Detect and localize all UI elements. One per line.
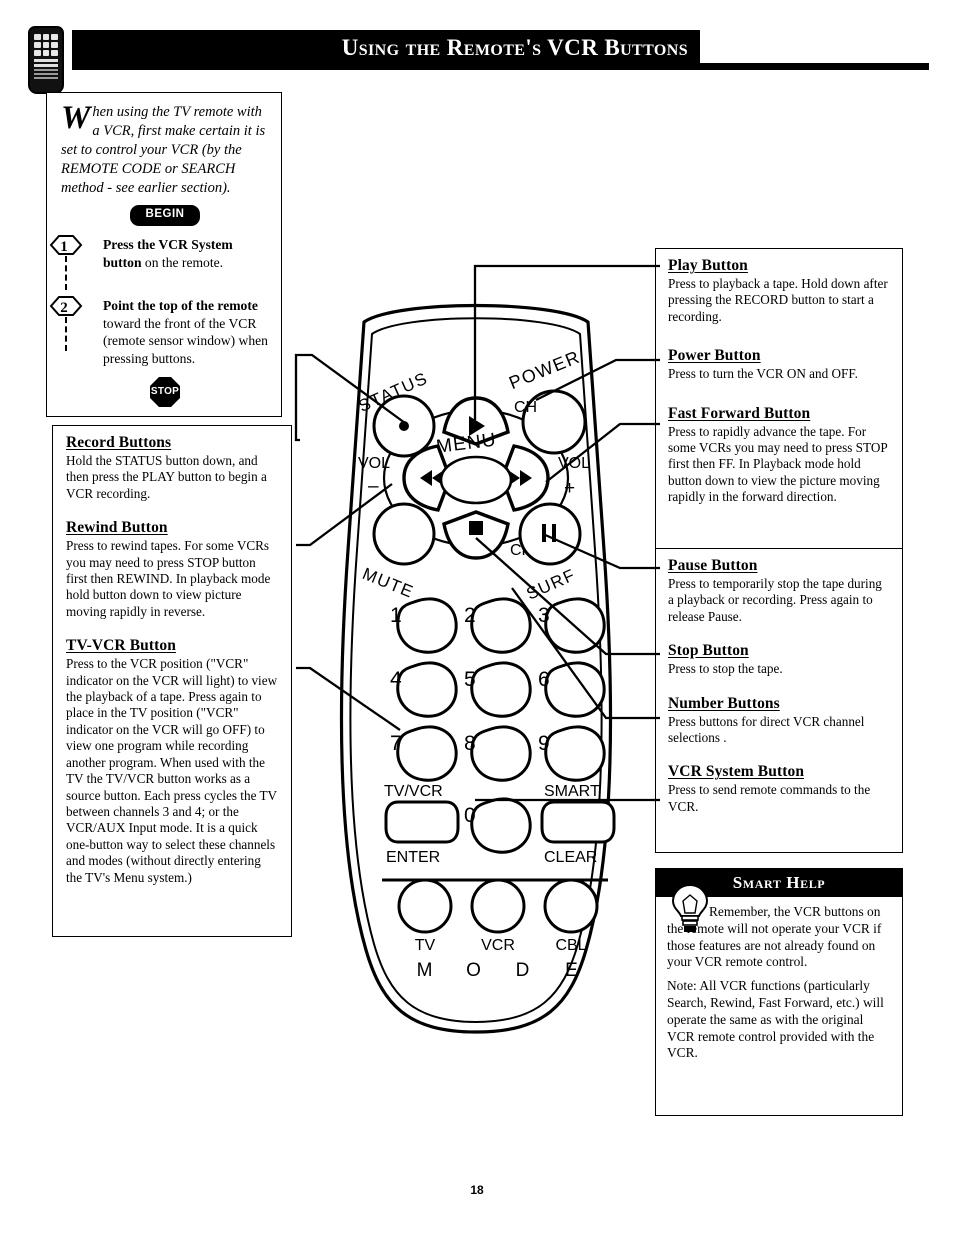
svg-text:9: 9 xyxy=(538,732,550,755)
tv-vcr-enter-button xyxy=(384,800,460,844)
tv-mode-button xyxy=(397,878,453,934)
svg-text:CLEAR: CLEAR xyxy=(544,849,597,866)
smart-help-box: Smart Help Remember, the VCR buttons on … xyxy=(655,868,907,1120)
section-body: Hold the STATUS button down, and then pr… xyxy=(66,453,267,501)
remote-control-icon xyxy=(28,26,64,94)
section-number-buttons: Number Buttons Press buttons for direct … xyxy=(668,695,890,747)
vcr-mode-button xyxy=(470,878,526,934)
section-title: Play Button xyxy=(668,257,748,274)
svg-text:O: O xyxy=(466,960,482,981)
svg-text:+: + xyxy=(564,478,575,499)
section-body: Press buttons for direct VCR channel sel… xyxy=(668,713,865,746)
section-title: TV-VCR Button xyxy=(66,637,176,655)
step-number-marker-1: 1 xyxy=(49,234,83,256)
section-vcr-system-button: VCR System Button Press to send remote c… xyxy=(668,763,890,815)
section-stop-button: Stop Button Press to stop the tape. xyxy=(668,642,890,677)
svg-text:5: 5 xyxy=(464,668,476,691)
step-2-bold: Point the top of the remote xyxy=(103,298,258,313)
step-2-rest: toward the front of the VCR (remote sens… xyxy=(103,315,268,366)
svg-text:VCR: VCR xyxy=(481,937,515,954)
cbl-mode-button xyxy=(543,878,599,934)
section-record-buttons: Record Buttons Hold the STATUS button do… xyxy=(66,434,279,502)
svg-text:ENTER: ENTER xyxy=(386,849,440,866)
section-body: Press to send remote commands to the VCR… xyxy=(668,782,871,814)
begin-badge: BEGIN xyxy=(130,205,200,226)
step-number-marker-2: 2 xyxy=(49,295,83,317)
svg-text:CBL: CBL xyxy=(555,937,586,954)
svg-text:VOL: VOL xyxy=(558,455,590,472)
mute-button xyxy=(372,502,436,566)
section-title: Stop Button xyxy=(668,642,749,660)
section-title: Pause Button xyxy=(668,557,758,574)
svg-text:–: – xyxy=(368,476,379,497)
svg-text:4: 4 xyxy=(390,668,402,691)
surf-pause-button xyxy=(518,502,582,566)
section-title: Rewind Button xyxy=(66,519,168,537)
svg-text:M: M xyxy=(417,960,434,981)
section-fast-forward-button: Fast Forward Button Press to rapidly adv… xyxy=(668,405,890,506)
svg-text:D: D xyxy=(516,960,531,981)
smart-help-paragraph-2: Note: All VCR functions (particularly Se… xyxy=(667,978,884,1061)
section-body: Press to the VCR position ("VCR" indicat… xyxy=(66,656,278,885)
manual-page: Using the Remote's VCR Buttons When usin… xyxy=(0,0,954,1235)
svg-text:2: 2 xyxy=(60,300,68,316)
right-bottom-descriptions-box: Pause Button Press to temporarily stop t… xyxy=(655,548,907,857)
svg-text:7: 7 xyxy=(390,732,402,755)
section-rewind-button: Rewind Button Press to rewind tapes. For… xyxy=(66,519,279,620)
svg-text:VOL: VOL xyxy=(358,455,390,472)
svg-text:1: 1 xyxy=(60,239,68,255)
section-power-button: Power Button Press to turn the VCR ON an… xyxy=(668,347,890,382)
section-title: Number Buttons xyxy=(668,694,780,712)
section-title: VCR System Button xyxy=(668,763,805,781)
svg-text:POWER: POWER xyxy=(506,346,583,393)
step-2: 2 Point the top of the remote toward the… xyxy=(49,296,269,367)
step-connector-1 xyxy=(65,256,67,290)
section-play-button: Play Button Press to playback a tape. Ho… xyxy=(668,257,890,325)
channel-down-stop-button xyxy=(442,510,510,560)
section-body: Press to rapidly advance the tape. For s… xyxy=(668,423,888,505)
drop-cap: W xyxy=(61,100,91,136)
step-1-rest: on the remote. xyxy=(141,254,224,270)
svg-text:3: 3 xyxy=(538,604,550,627)
svg-text:CH: CH xyxy=(514,399,537,416)
section-pause-button: Pause Button Press to temporarily stop t… xyxy=(668,557,890,625)
section-title: Fast Forward Button xyxy=(668,404,811,422)
left-descriptions-box: Record Buttons Hold the STATUS button do… xyxy=(52,425,296,941)
lightbulb-icon xyxy=(664,871,722,933)
section-body: Press to turn the VCR ON and OFF. xyxy=(668,366,858,382)
svg-text:6: 6 xyxy=(538,668,550,691)
step-1: 1 Press the VCR System button on the rem… xyxy=(49,235,269,290)
step-connector-2 xyxy=(65,317,67,351)
svg-text:TV: TV xyxy=(415,937,436,954)
intro-paragraph: When using the TV remote with a VCR, fir… xyxy=(61,100,266,197)
page-title: Using the Remote's VCR Buttons xyxy=(341,34,688,60)
intro-box: When using the TV remote with a VCR, fir… xyxy=(46,92,286,421)
svg-text:SURF: SURF xyxy=(524,565,579,603)
svg-text:1: 1 xyxy=(390,604,402,627)
section-title: Record Buttons xyxy=(66,434,172,451)
page-number: 18 xyxy=(470,1183,484,1197)
section-body: Press to stop the tape. xyxy=(668,661,783,677)
smart-clear-button xyxy=(540,800,616,844)
svg-text:E: E xyxy=(565,960,579,981)
section-body: Press to rewind tapes. For some VCRs you… xyxy=(66,538,271,619)
mode-buttons xyxy=(397,878,599,934)
remote-diagram: STATUS POWER CH VOL – VOL + MENU CH MUTE… xyxy=(286,250,666,1060)
menu-button xyxy=(439,455,513,505)
svg-text:8: 8 xyxy=(464,732,476,755)
section-body: Press to temporarily stop the tape durin… xyxy=(668,576,882,624)
svg-text:2: 2 xyxy=(464,604,476,627)
svg-text:SMART: SMART xyxy=(544,783,600,800)
section-tv-vcr-button: TV-VCR Button Press to the VCR position … xyxy=(66,637,279,886)
section-title: Power Button xyxy=(668,347,761,365)
svg-text:0: 0 xyxy=(464,804,476,827)
section-body: Press to playback a tape. Hold down afte… xyxy=(668,276,888,324)
svg-text:TV/VCR: TV/VCR xyxy=(384,783,443,800)
svg-text:MUTE: MUTE xyxy=(360,564,417,602)
stop-badge: STOP xyxy=(150,377,180,407)
header-rule xyxy=(72,63,929,70)
